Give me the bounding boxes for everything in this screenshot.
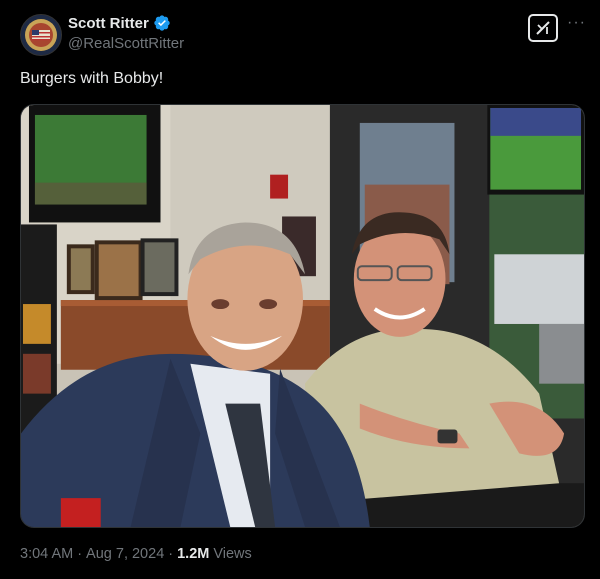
photo-image <box>21 105 584 527</box>
grok-icon <box>536 21 550 35</box>
views-label: Views <box>213 546 252 562</box>
more-button[interactable]: ··· <box>567 14 586 32</box>
avatar-badge-icon <box>21 15 61 55</box>
post-meta: 3:04 AM · Aug 7, 2024 · 1.2M Views <box>20 546 252 562</box>
more-icon: ··· <box>567 14 586 31</box>
post-text: Burgers with Bobby! <box>20 70 164 87</box>
verified-badge-icon[interactable] <box>153 14 171 32</box>
post-time[interactable]: 3:04 AM <box>20 546 73 562</box>
meta-separator: · <box>77 546 83 562</box>
views-count: 1.2M <box>177 546 210 562</box>
grok-button[interactable] <box>528 14 558 42</box>
avatar[interactable] <box>20 14 62 56</box>
post-date[interactable]: Aug 7, 2024 <box>86 546 164 562</box>
author-display-name[interactable]: Scott Ritter <box>68 15 149 32</box>
post-photo[interactable] <box>20 104 585 528</box>
meta-separator: · <box>168 546 174 562</box>
author-handle[interactable]: @RealScottRitter <box>68 35 184 52</box>
author-name-row: Scott Ritter <box>68 14 171 32</box>
